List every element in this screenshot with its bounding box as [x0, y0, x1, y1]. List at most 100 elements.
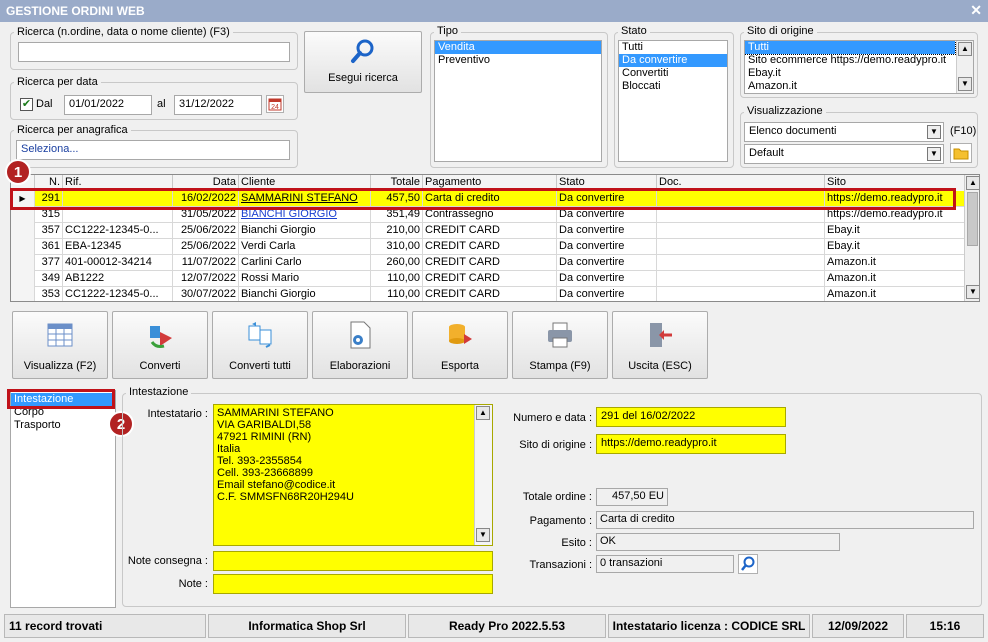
stato-item[interactable]: Convertiti [619, 67, 727, 80]
cell-doc [657, 223, 825, 239]
sections-list[interactable]: Intestazione Corpo Trasporto [10, 390, 116, 608]
folder-icon[interactable] [950, 143, 972, 163]
stato-list[interactable]: Tutti Da convertire Convertiti Bloccati [618, 40, 728, 162]
row-indicator[interactable] [11, 239, 35, 255]
scroll-down-icon[interactable]: ▼ [476, 528, 490, 542]
cell-sito: https://demo.readypro.it [825, 191, 965, 207]
table-row[interactable]: 361 EBA-12345 25/06/2022 Verdi Carla 310,00 C… [11, 239, 965, 255]
sito-scrollbar[interactable]: ▲ ▼ [956, 41, 973, 93]
execute-search-label: Esegui ricerca [328, 72, 398, 84]
totale-label: Totale ordine : [522, 491, 592, 503]
close-icon[interactable]: ✕ [970, 2, 982, 19]
calendar-icon[interactable]: 24 [266, 95, 284, 113]
cell-sito: Amazon.it [825, 271, 965, 287]
grid-header-row: N. Rif. Data Cliente Totale Pagamento St… [11, 175, 965, 191]
cell-pagamento: CREDIT CARD [423, 255, 557, 271]
grid-scrollbar[interactable]: ▲ ▼ [964, 175, 979, 301]
tipo-list[interactable]: Vendita Preventivo [434, 40, 602, 162]
table-row[interactable]: 353 CC1222-12345-0... 30/07/2022 Bianchi Gi… [11, 287, 965, 301]
row-indicator[interactable] [11, 223, 35, 239]
sito-item[interactable]: Sito ecommerce https://demo.readypro.it [745, 54, 973, 67]
cell-rif: AB1222 [63, 271, 173, 287]
cell-data: 25/06/2022 [173, 223, 239, 239]
scroll-down-icon[interactable]: ▼ [958, 77, 972, 91]
sito-list[interactable]: Tutti Sito ecommerce https://demo.readyp… [744, 40, 974, 94]
row-indicator[interactable] [11, 287, 35, 301]
intestatario-textarea[interactable]: SAMMARINI STEFANO VIA GARIBALDI,58 47921 R… [213, 404, 493, 546]
scroll-up-icon[interactable]: ▲ [476, 406, 490, 420]
esporta-label: Esporta [441, 360, 479, 372]
cell-stato: Da convertire [557, 255, 657, 271]
cell-cliente: Bianchi Giorgio [239, 223, 371, 239]
dal-checkbox[interactable]: ✔ [20, 98, 33, 111]
execute-search-button[interactable]: Esegui ricerca [304, 31, 422, 93]
view-select[interactable]: Elenco documenti ▼ [744, 122, 944, 142]
scroll-up-icon[interactable]: ▲ [958, 42, 972, 56]
section-item-trasporto[interactable]: Trasporto [11, 419, 115, 432]
tipo-item[interactable]: Preventivo [435, 54, 601, 67]
cell-sito: Amazon.it [825, 255, 965, 271]
chevron-down-icon: ▼ [927, 147, 941, 161]
intestatario-line: Cell. 393-23668899 [217, 467, 314, 479]
sito-item[interactable]: Ebay.it [745, 67, 973, 80]
column-header-pagamento[interactable]: Pagamento [423, 175, 557, 191]
stato-item[interactable]: Tutti [619, 41, 727, 54]
column-header-sito[interactable]: Sito [825, 175, 965, 191]
scroll-down-icon[interactable]: ▼ [966, 285, 979, 299]
current-row-indicator-icon[interactable]: ▶ [11, 191, 35, 207]
search-input[interactable] [18, 42, 290, 62]
cell-rif [63, 207, 173, 223]
search-icon[interactable] [738, 554, 758, 574]
cell-data: 16/02/2022 [173, 191, 239, 207]
status-version: Ready Pro 2022.5.53 [408, 614, 606, 638]
cell-pagamento: CREDIT CARD [423, 271, 557, 287]
converti-tutti-button[interactable]: Converti tutti [212, 311, 308, 379]
note-consegna-input[interactable] [213, 551, 493, 571]
registry-select[interactable]: Seleziona... [16, 140, 290, 160]
intestatario-scrollbar[interactable]: ▲ ▼ [474, 405, 492, 545]
column-header-rif[interactable]: Rif. [63, 175, 173, 191]
tipo-item[interactable]: Vendita [435, 41, 601, 54]
row-indicator[interactable] [11, 207, 35, 223]
intestatario-line: SAMMARINI STEFANO [217, 407, 334, 419]
section-item-corpo[interactable]: Corpo [11, 406, 115, 419]
transazioni-field: 0 transazioni [596, 555, 734, 573]
intestatario-line: Italia [217, 443, 241, 455]
scroll-up-icon[interactable]: ▲ [966, 176, 979, 190]
row-indicator[interactable] [11, 271, 35, 287]
date-to-input[interactable]: 31/12/2022 [174, 95, 262, 115]
date-from-input[interactable]: 01/01/2022 [64, 95, 152, 115]
stampa-button[interactable]: Stampa (F9) [512, 311, 608, 379]
cell-data: 25/06/2022 [173, 239, 239, 255]
column-header-n[interactable]: N. [35, 175, 63, 191]
elaborazioni-button[interactable]: Elaborazioni [312, 311, 408, 379]
table-row[interactable]: 357 CC1222-12345-0... 25/06/2022 Bianchi Gi… [11, 223, 965, 239]
esporta-button[interactable]: Esporta [412, 311, 508, 379]
section-item-intestazione[interactable]: Intestazione [11, 393, 115, 406]
converti-button[interactable]: Converti [112, 311, 208, 379]
cell-doc [657, 239, 825, 255]
column-header-totale[interactable]: Totale [371, 175, 423, 191]
visualizza-button[interactable]: Visualizza (F2) [12, 311, 108, 379]
pagamento-field: Carta di credito [596, 511, 974, 529]
column-header-cliente[interactable]: Cliente [239, 175, 371, 191]
table-row[interactable]: 315 31/05/2022 BIANCHI GIORGIO 351,49 Contra… [11, 207, 965, 223]
note-input[interactable] [213, 574, 493, 594]
column-header-data[interactable]: Data [173, 175, 239, 191]
table-row[interactable]: ▶ 291 16/02/2022 SAMMARINI STEFANO 457,50 Car… [11, 191, 965, 207]
table-row[interactable]: 377 401-00012-34214 11/07/2022 Carlini Carl… [11, 255, 965, 271]
cell-cliente: SAMMARINI STEFANO [239, 191, 371, 207]
uscita-button[interactable]: Uscita (ESC) [612, 311, 708, 379]
sito-label: Sito di origine [744, 25, 817, 37]
sito-item[interactable]: Amazon.it [745, 80, 973, 93]
row-indicator[interactable] [11, 255, 35, 271]
sito-item[interactable]: Tutti [745, 41, 956, 55]
table-row[interactable]: 349 AB1222 12/07/2022 Rossi Mario 110,00 CRED… [11, 271, 965, 287]
column-header-doc[interactable]: Doc. [657, 175, 825, 191]
column-header-stato[interactable]: Stato [557, 175, 657, 191]
scroll-thumb[interactable] [967, 192, 978, 246]
stato-item[interactable]: Da convertire [619, 54, 727, 67]
cell-sito: https://demo.readypro.it [825, 207, 965, 223]
stato-item[interactable]: Bloccati [619, 80, 727, 93]
layout-select[interactable]: Default ▼ [744, 144, 944, 164]
